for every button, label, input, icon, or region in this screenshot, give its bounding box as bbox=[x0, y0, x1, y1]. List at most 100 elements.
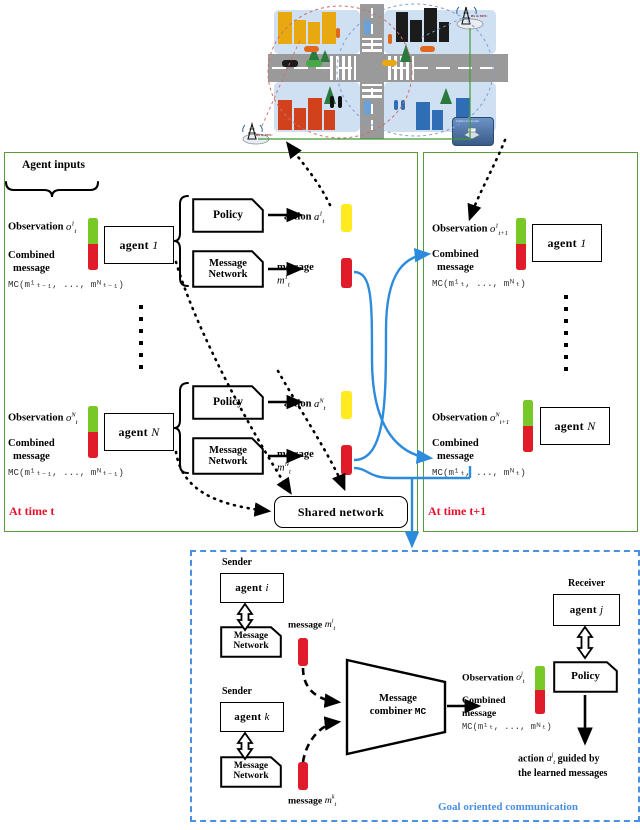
sender-2-agent-box[interactable]: agent k bbox=[220, 702, 284, 732]
combined-formula-r1: MC(m¹ₜ, ..., mᴺₜ) bbox=[432, 278, 526, 289]
combined-r1-line1: Combined bbox=[432, 249, 479, 260]
combiner-line2: combiner bbox=[369, 706, 413, 718]
rcv-act-line2: the learned messages bbox=[518, 768, 608, 780]
central-controller-server-glyph bbox=[462, 126, 482, 140]
sender-2-message-network[interactable]: Message Network bbox=[220, 756, 282, 788]
base-station-left-label: BS & MTC bbox=[256, 133, 273, 137]
sender-1-agent-box[interactable]: agent i bbox=[220, 573, 284, 603]
rcv-comb-line2: message bbox=[462, 707, 497, 719]
action-bar-1 bbox=[341, 204, 352, 232]
agent-box-r1-label: agent bbox=[547, 235, 577, 250]
receiver-agent-box[interactable]: agent j bbox=[553, 594, 620, 626]
observation-bar-r1 bbox=[516, 218, 526, 270]
row-ellipsis-right bbox=[564, 295, 568, 377]
observation-label-r1: Observation o1t+1 bbox=[432, 222, 508, 237]
policy-box-N[interactable]: Policy bbox=[192, 385, 264, 420]
message-bar-N bbox=[341, 445, 352, 475]
rcv-act-sub: t bbox=[553, 759, 556, 767]
s1-mn-line2: Network bbox=[233, 641, 269, 651]
agent-box-rN[interactable]: agent N bbox=[540, 407, 610, 445]
observation-bar-row1 bbox=[88, 218, 98, 270]
mn1-line2: Network bbox=[208, 269, 248, 280]
s2-msg-sym: m bbox=[324, 795, 332, 807]
sender-2-agent-index: k bbox=[264, 711, 270, 723]
policy-box-N-label: Policy bbox=[212, 396, 244, 409]
message-sym-N: m bbox=[277, 462, 285, 474]
agent-box-r1-index: 1 bbox=[580, 235, 587, 250]
observation-sub-2: t bbox=[75, 418, 78, 426]
rcv-obs-text: Observation bbox=[462, 672, 514, 684]
agent-box-1-label: agent bbox=[119, 237, 149, 252]
s1-msg-sym: m bbox=[324, 619, 332, 631]
policy-box-1[interactable]: Policy bbox=[192, 198, 264, 233]
action-sup-1: 1 bbox=[319, 210, 323, 217]
combined-formula-r2: MC(m¹ₜ, ..., mᴺₜ) bbox=[432, 467, 526, 478]
agent-box-N-label: agent bbox=[118, 424, 148, 439]
s2-msg-sup: k bbox=[331, 795, 335, 801]
combined-formula-row1: MC(m¹ₜ₋₁, ..., mᴺₜ₋₁) bbox=[8, 279, 124, 290]
shared-network-label: Shared network bbox=[297, 504, 385, 519]
agent-box-N[interactable]: agent N bbox=[104, 413, 174, 451]
sender-1-mn-label: Message Network bbox=[231, 631, 270, 652]
observation-sup: 1 bbox=[71, 220, 75, 227]
message-network-box-N[interactable]: Message Network bbox=[192, 437, 264, 475]
combiner-line1: Message bbox=[379, 693, 417, 704]
agent-box-r1[interactable]: agent 1 bbox=[532, 224, 602, 262]
combined-formula-row2: MC(m¹ₜ₋₁, ..., mᴺₜ₋₁) bbox=[8, 467, 124, 478]
time-t1-label: At time t+1 bbox=[428, 504, 487, 518]
rcv-comb-line1: Combined bbox=[462, 695, 506, 706]
base-station-right-label: BS & MTC bbox=[471, 14, 488, 18]
observation-sub-r2: t+1 bbox=[499, 418, 510, 426]
agent-box-rN-label: agent bbox=[554, 418, 584, 433]
observation-sup-2: N bbox=[71, 411, 76, 418]
message-network-box-1[interactable]: Message Network bbox=[192, 250, 264, 288]
observation-label-row1: Observation o1t bbox=[8, 220, 76, 235]
s1-msg-sup: i bbox=[331, 619, 334, 625]
rcv-act-a: action bbox=[518, 753, 545, 765]
receiver-observation-bar bbox=[535, 666, 545, 714]
combined-r2-line2: message bbox=[437, 451, 474, 463]
combined-line1: Combined bbox=[8, 250, 55, 261]
base-station-left-icon bbox=[236, 119, 270, 145]
message-label-row1: message m1t bbox=[277, 262, 314, 288]
combined-line2: message bbox=[13, 263, 50, 275]
s2-mn-line2: Network bbox=[233, 771, 269, 781]
combined-message-label-r2: Combined message bbox=[432, 437, 479, 463]
agent-box-rN-index: N bbox=[587, 418, 596, 433]
combined-message-label-r1: Combined message bbox=[432, 248, 479, 274]
receiver-policy-box[interactable]: Policy bbox=[553, 661, 618, 693]
message-text-N: message bbox=[277, 449, 314, 460]
message-bar-1 bbox=[341, 258, 352, 288]
receiver-policy-label: Policy bbox=[571, 670, 600, 683]
sender-2-message-label: message mkt bbox=[288, 795, 336, 808]
combined-message-label-row2: Combined message bbox=[8, 437, 55, 463]
combined-message-label-row1: Combined message bbox=[8, 249, 55, 275]
action-text-N: action bbox=[284, 398, 312, 410]
action-sup-N: N bbox=[319, 397, 324, 404]
observation-sub: t bbox=[74, 227, 77, 235]
sender-1-message-bar bbox=[298, 638, 308, 666]
observation-sup-r2: N bbox=[495, 411, 500, 418]
s1-msg-sub: t bbox=[333, 626, 336, 633]
sender-1-message-network[interactable]: Message Network bbox=[220, 626, 282, 658]
agent-box-1[interactable]: agent 1 bbox=[104, 226, 174, 264]
message-sup-1: 1 bbox=[284, 273, 288, 281]
observation-bar-row2 bbox=[88, 406, 98, 458]
observation-text-r1: Observation bbox=[432, 223, 488, 235]
combiner-mc: MC bbox=[414, 706, 427, 718]
rcv-obs-sup: j bbox=[521, 672, 523, 678]
observation-text-2: Observation bbox=[8, 412, 64, 424]
shared-network-box[interactable]: Shared network bbox=[274, 496, 408, 528]
receiver-action-label: action ajt guided by the learned message… bbox=[518, 752, 607, 780]
message-label-row2: message mNt bbox=[277, 449, 314, 475]
combined2-line1: Combined bbox=[8, 438, 55, 449]
action-label-row1: action a1t bbox=[284, 210, 324, 225]
receiver-agent-index: j bbox=[599, 604, 604, 616]
sender-2-message-bar bbox=[298, 762, 308, 790]
message-combiner-label: Message combiner MC bbox=[358, 692, 438, 718]
receiver-observation-label: Observation ojt bbox=[462, 672, 524, 685]
receiver-combined-formula: MC(m¹ₜ, ..., mᴺₜ) bbox=[462, 722, 552, 732]
s2-msg-sub: t bbox=[334, 802, 337, 809]
row-ellipsis-left bbox=[139, 305, 143, 377]
sender-1-role: Sender bbox=[222, 557, 252, 568]
